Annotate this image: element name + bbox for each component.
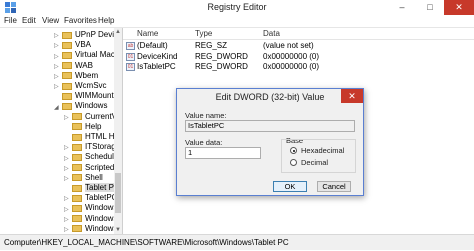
list-row[interactable]: 01 IsTabletPC REG_DWORD 0x00000000 (0) — [123, 62, 474, 72]
menu-file[interactable]: File — [4, 16, 17, 25]
cell-data: 0x00000000 (0) — [263, 51, 320, 61]
dialog-title-bar: Edit DWORD (32-bit) Value ✕ — [177, 89, 363, 105]
list-row[interactable]: 01 DeviceKind REG_DWORD 0x00000000 (0) — [123, 52, 474, 62]
tree-scrollbar[interactable]: ▲ ▼ — [114, 28, 122, 234]
cell-type: REG_DWORD — [195, 51, 248, 61]
tree-item-label: Shell — [85, 172, 103, 182]
scroll-up-icon[interactable]: ▲ — [114, 28, 122, 36]
tree-item-label: WAB — [75, 60, 93, 70]
value-data-label: Value data: — [185, 138, 223, 147]
list-row[interactable]: ab (Default) REG_SZ (value not set) — [123, 41, 474, 51]
minimize-button[interactable]: – — [388, 0, 416, 15]
tree-item-label: WcmSvc — [75, 81, 107, 90]
base-group: Hexadecimal Decimal — [281, 139, 356, 173]
tree-item[interactable]: ▷ WcmSvc — [54, 81, 107, 91]
hexadecimal-label[interactable]: Hexadecimal — [301, 146, 344, 155]
menu-help[interactable]: Help — [98, 16, 114, 25]
tree-item[interactable]: Help — [64, 122, 101, 132]
tree-item[interactable]: ▷ VBA — [54, 40, 91, 50]
dword-value-icon: 01 — [126, 52, 135, 61]
hexadecimal-radio[interactable] — [290, 147, 297, 154]
tree-item-label: TabletPC — [85, 193, 118, 203]
string-value-icon: ab — [126, 42, 135, 50]
tree-item[interactable]: ◢ Windows — [54, 101, 107, 111]
ok-button[interactable]: OK — [273, 181, 307, 192]
folder-icon — [72, 225, 82, 233]
folder-icon — [72, 133, 82, 141]
column-data[interactable]: Data — [263, 29, 280, 38]
value-name-field[interactable]: IsTabletPC — [185, 120, 355, 132]
tree-item[interactable]: ▷UPnP Device H — [54, 30, 122, 40]
cell-name: (Default) — [137, 41, 168, 50]
folder-icon — [72, 204, 82, 212]
column-type[interactable]: Type — [195, 29, 212, 38]
menu-bar: File Edit View Favorites Help — [0, 15, 474, 28]
edit-dword-dialog: Edit DWORD (32-bit) Value ✕ Value name: … — [176, 88, 364, 196]
decimal-label[interactable]: Decimal — [301, 158, 328, 167]
menu-view[interactable]: View — [42, 16, 59, 25]
cell-type: REG_DWORD — [195, 62, 248, 71]
folder-icon — [72, 164, 82, 172]
value-name-label: Value name: — [185, 111, 227, 120]
tree-item[interactable]: ▷ TabletPC — [64, 193, 117, 203]
tree-item[interactable]: ▷ Virtual Machin — [54, 50, 122, 60]
cancel-button[interactable]: Cancel — [317, 181, 351, 192]
cell-name: IsTabletPC — [137, 62, 176, 71]
folder-icon — [62, 31, 72, 39]
folder-icon — [62, 82, 72, 90]
scroll-down-icon[interactable]: ▼ — [114, 226, 122, 234]
folder-icon — [72, 184, 82, 192]
tree-item[interactable]: ▷ WAB — [54, 61, 93, 71]
cell-data: 0x00000000 (0) — [263, 62, 320, 71]
expander-icon[interactable]: ◢ — [54, 103, 62, 113]
folder-icon — [62, 72, 72, 80]
folder-icon — [72, 215, 82, 223]
tree-item-label: Help — [85, 121, 102, 131]
folder-icon — [62, 62, 72, 70]
title-bar: Registry Editor – □ ✕ — [0, 0, 474, 15]
folder-icon — [72, 174, 82, 182]
cell-data: (value not set) — [263, 41, 314, 50]
decimal-radio[interactable] — [290, 159, 297, 166]
value-data-input[interactable]: 1 — [185, 147, 261, 159]
folder-icon — [72, 113, 82, 121]
tree-item-label: Windows — [75, 101, 108, 111]
dialog-title: Edit DWORD (32-bit) Value — [215, 92, 325, 102]
folder-icon — [72, 194, 82, 202]
tree-item-label: Wbem — [75, 70, 99, 80]
column-name[interactable]: Name — [137, 29, 158, 38]
tree-item-label: WIMMount — [75, 91, 114, 101]
cell-type: REG_SZ — [195, 41, 228, 50]
folder-icon — [62, 92, 72, 100]
folder-icon — [62, 102, 72, 110]
folder-icon — [72, 123, 82, 131]
tree-item[interactable]: ▷ ITStorage — [64, 142, 120, 152]
tree-item[interactable]: WIMMount — [54, 91, 114, 101]
status-bar: Computer\HKEY_LOCAL_MACHINE\SOFTWARE\Mic… — [0, 234, 474, 250]
expander-icon[interactable]: ▷ — [64, 225, 72, 234]
folder-icon — [72, 143, 82, 151]
dword-value-icon: 01 — [126, 63, 135, 71]
cell-name: DeviceKind — [137, 51, 178, 61]
list-header: Name Type Data — [123, 28, 474, 40]
menu-favorites[interactable]: Favorites — [64, 16, 97, 25]
menu-edit[interactable]: Edit — [22, 16, 36, 25]
tree-item[interactable]: ▷ Wbem — [54, 71, 98, 81]
dialog-close-button[interactable]: ✕ — [341, 89, 363, 103]
maximize-button[interactable]: □ — [416, 0, 444, 15]
scrollbar-thumb[interactable] — [115, 173, 121, 213]
tree-item-label: VBA — [75, 40, 92, 50]
folder-icon — [62, 51, 72, 59]
key-tree[interactable]: ▷UPnP Device H▷VBA▷Virtual Machin▷WAB▷Wb… — [0, 28, 123, 234]
folder-icon — [62, 41, 72, 49]
tree-item[interactable]: Tablet PC — [64, 183, 120, 193]
folder-icon — [72, 153, 82, 161]
close-button[interactable]: ✕ — [444, 0, 474, 15]
tree-item[interactable]: ▷ Shell — [64, 173, 103, 183]
